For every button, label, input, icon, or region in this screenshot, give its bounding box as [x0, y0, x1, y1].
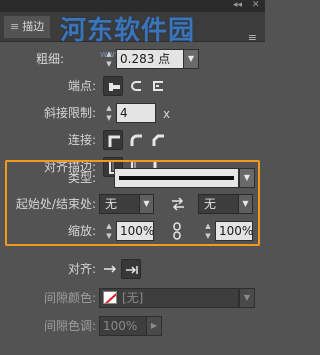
gap-tint-label: 间隙色调:	[43, 319, 96, 333]
round-join-button[interactable]	[126, 130, 146, 150]
start-end-label: 起始处/结束处:	[15, 197, 96, 211]
bevel-join-icon	[152, 134, 164, 146]
stepper-up-icon[interactable]: ▲	[104, 103, 114, 113]
start-arrowhead-select[interactable]: 无 ▼	[99, 194, 154, 214]
swap-arrowheads-icon[interactable]	[171, 197, 185, 211]
arrowhead-extend-button[interactable]	[100, 259, 120, 279]
gap-color-dropdown-icon[interactable]: ▼	[239, 288, 255, 308]
gap-tint-input[interactable]: 100%	[99, 316, 147, 336]
weight-input[interactable]: 0.283 点	[116, 49, 184, 69]
arrowhead-extend-icon	[104, 265, 117, 273]
miter-limit-label: 斜接限制:	[43, 106, 96, 120]
projecting-cap-icon	[153, 81, 163, 91]
none-swatch-icon	[103, 291, 117, 304]
solid-line-swatch	[119, 176, 234, 180]
arrowhead-inside-icon	[126, 266, 138, 274]
stepper-down-icon[interactable]: ▼	[203, 231, 213, 241]
projecting-cap-button[interactable]	[148, 76, 168, 96]
watermark-logo: 河东软件园	[60, 16, 196, 46]
butt-cap-icon	[109, 83, 120, 91]
stepper-up-icon[interactable]: ▲	[104, 49, 114, 59]
miter-limit-stepper[interactable]: ▲ ▼	[104, 103, 114, 123]
stepper-up-icon[interactable]: ▲	[203, 221, 213, 231]
stroke-type-select[interactable]	[114, 168, 239, 188]
end-scale-stepper[interactable]: ▲ ▼	[203, 221, 213, 241]
collapse-panel-icon[interactable]: ◂◂	[233, 0, 242, 11]
stepper-down-icon[interactable]: ▼	[104, 113, 114, 123]
butt-cap-button[interactable]	[103, 76, 123, 96]
gap-color-value: [无]	[122, 291, 144, 305]
miter-limit-suffix: x	[163, 107, 171, 121]
gap-color-label: 间隙颜色:	[43, 291, 96, 305]
stepper-down-icon[interactable]: ▼	[104, 231, 114, 241]
round-cap-button[interactable]	[126, 76, 146, 96]
chevron-down-icon: ▼	[238, 195, 252, 213]
link-scale-icon[interactable]	[172, 222, 182, 240]
tab-stroke-label: 描边	[22, 20, 45, 33]
weight-dropdown-icon[interactable]: ▼	[183, 49, 199, 69]
end-scale-input[interactable]: 100%	[215, 221, 253, 241]
bevel-join-button[interactable]	[148, 130, 168, 150]
close-panel-icon[interactable]: ✕	[252, 0, 260, 11]
start-scale-input[interactable]: 100%	[116, 221, 154, 241]
end-arrowhead-value: 无	[204, 197, 217, 211]
end-arrowhead-select[interactable]: 无 ▼	[198, 194, 253, 214]
chevron-down-icon: ▼	[139, 195, 153, 213]
round-cap-icon	[131, 81, 141, 91]
miter-join-icon	[108, 135, 120, 147]
start-scale-stepper[interactable]: ▲ ▼	[104, 221, 114, 241]
join-label: 连接:	[67, 133, 96, 147]
cap-label: 端点:	[67, 79, 96, 93]
stroke-tab-icon: ≡	[10, 20, 20, 33]
arrowhead-inside-button[interactable]	[121, 259, 141, 279]
miter-limit-input[interactable]: 4	[116, 103, 156, 123]
weight-label: 粗细:	[35, 52, 64, 66]
scale-label: 缩放:	[67, 224, 96, 238]
stepper-up-icon[interactable]: ▲	[104, 221, 114, 231]
stroke-type-dropdown-icon[interactable]: ▼	[239, 168, 255, 188]
weight-stepper[interactable]: ▲ ▼	[104, 49, 114, 69]
align-label: 对齐:	[67, 262, 96, 276]
round-join-icon	[130, 134, 142, 146]
tab-stroke[interactable]: ≡ 描边	[4, 16, 51, 38]
gap-color-select[interactable]: [无]	[99, 288, 239, 308]
stepper-down-icon[interactable]: ▼	[104, 59, 114, 69]
start-arrowhead-value: 无	[105, 197, 118, 211]
gap-tint-dropdown-icon[interactable]: ▶	[146, 316, 162, 336]
type-label: 类型:	[67, 171, 96, 185]
miter-join-button[interactable]	[103, 130, 123, 150]
panel-menu-icon[interactable]: ≡	[248, 32, 257, 44]
